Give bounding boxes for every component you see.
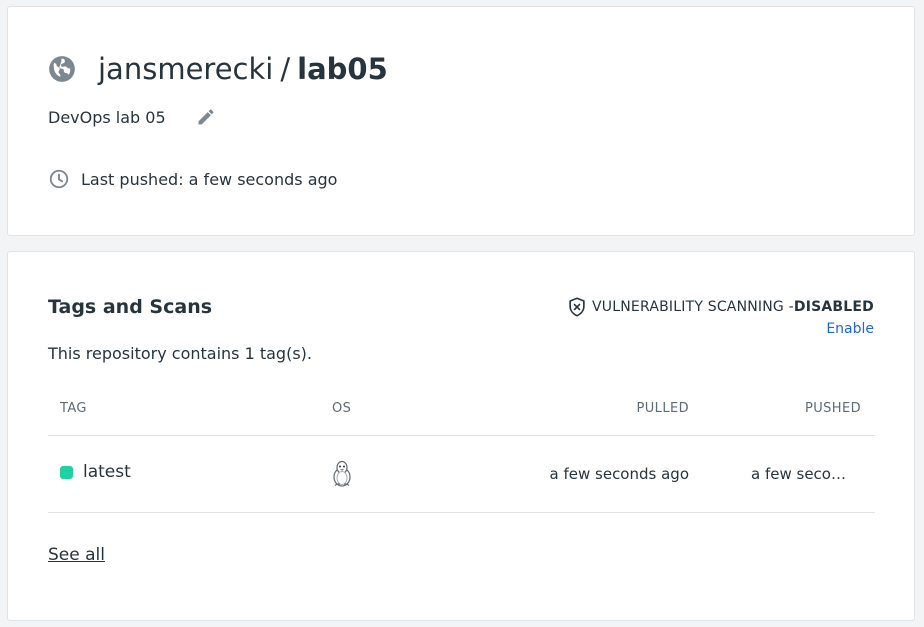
vuln-status: DISABLED xyxy=(793,299,874,315)
repo-header-card: jansmerecki / lab05 DevOps lab 05 Last p… xyxy=(7,6,915,236)
tags-table: TAG OS PULLED PUSHED latest a few second… xyxy=(48,398,875,513)
last-pushed-text: Last pushed: a few seconds ago xyxy=(81,169,338,189)
table-row: latest a few seconds ago a few seconds a… xyxy=(48,436,875,513)
enable-scanning-link[interactable]: Enable xyxy=(826,321,874,337)
pulled-time: a few seconds ago xyxy=(549,465,689,483)
tag-link[interactable]: latest xyxy=(60,462,131,482)
section-title: Tags and Scans xyxy=(48,296,213,318)
globe-icon xyxy=(48,55,76,83)
repo-name: lab05 xyxy=(297,52,388,86)
tags-scans-card: Tags and Scans VULNERABILITY SCANNING - … xyxy=(7,251,915,621)
repo-description: DevOps lab 05 xyxy=(48,107,166,127)
repo-description-row: DevOps lab 05 xyxy=(48,107,216,127)
edit-pencil-icon[interactable] xyxy=(196,107,216,127)
tag-name: latest xyxy=(83,462,131,482)
column-header-pulled: PULLED xyxy=(636,401,689,416)
clock-icon xyxy=(48,168,70,190)
repo-separator: / xyxy=(280,52,291,86)
see-all-link[interactable]: See all xyxy=(48,545,105,565)
linux-tux-icon xyxy=(330,460,354,488)
column-header-os: OS xyxy=(332,401,352,416)
vulnerability-scanning-status: VULNERABILITY SCANNING - DISABLED xyxy=(566,296,874,318)
shield-x-icon xyxy=(566,296,588,318)
pushed-time: a few seconds ago xyxy=(751,465,855,483)
repo-title: jansmerecki / lab05 xyxy=(48,53,388,85)
last-pushed-row: Last pushed: a few seconds ago xyxy=(48,168,337,190)
tag-count-text: This repository contains 1 tag(s). xyxy=(48,344,312,363)
table-header: TAG OS PULLED PUSHED xyxy=(48,398,875,436)
vuln-label: VULNERABILITY SCANNING - xyxy=(592,299,794,315)
column-header-tag: TAG xyxy=(60,401,87,416)
tag-status-dot xyxy=(60,465,73,479)
repo-namespace[interactable]: jansmerecki xyxy=(98,53,273,85)
column-header-pushed: PUSHED xyxy=(804,401,861,416)
